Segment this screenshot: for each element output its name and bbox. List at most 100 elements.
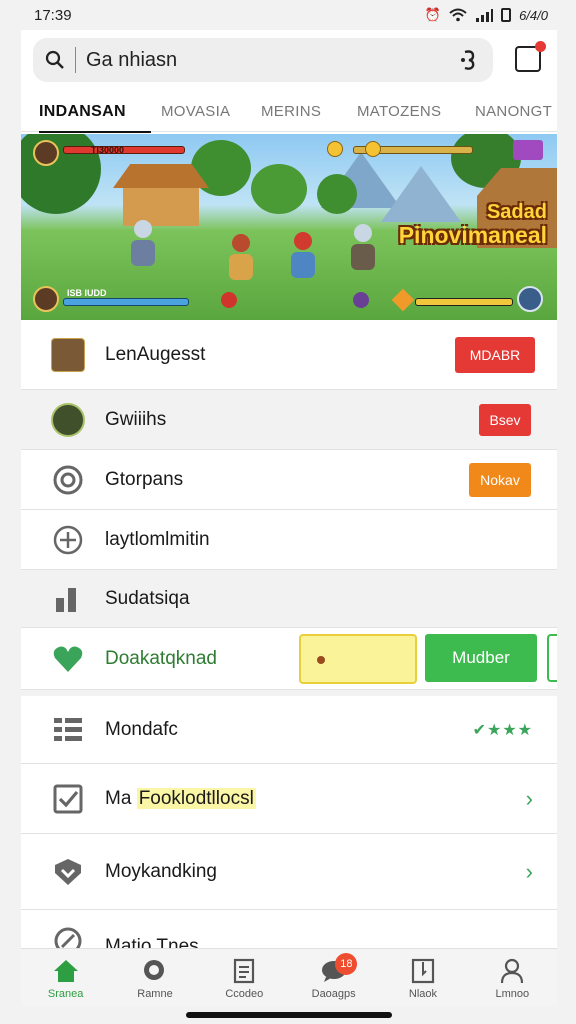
action-button-edge [547, 634, 557, 682]
tab-3[interactable]: MATOZENS [357, 103, 441, 120]
list-item-label: laytlomlmitin [105, 528, 210, 550]
list-item[interactable]: Sudatsiqa [21, 570, 557, 628]
list-item-label: Mondafc [105, 718, 178, 740]
plus-circle-icon [51, 523, 85, 557]
status-badge[interactable]: Nokav [469, 463, 531, 497]
search-icon [141, 957, 169, 985]
chevron-right-icon[interactable]: › [526, 786, 533, 812]
home-indicator[interactable] [186, 1012, 392, 1018]
wifi-icon [449, 8, 467, 22]
notification-dot [535, 41, 546, 52]
coin-icon [327, 141, 343, 157]
list-item[interactable]: Gtorpans Nokav [21, 450, 557, 510]
tree-shape [251, 164, 307, 214]
menu-icon[interactable] [513, 140, 543, 160]
action-button[interactable]: Mudber [425, 634, 537, 682]
coin-icon [365, 141, 381, 157]
status-bar: 17:39 ⏰ 6/4/0 [0, 0, 576, 30]
nav-item-document[interactable]: Ccodeo [200, 949, 289, 1006]
list-item[interactable]: Moykandking › [21, 834, 557, 910]
charge-bar [415, 298, 513, 306]
nav-item-search[interactable]: Ramne [110, 949, 199, 1006]
chevron-right-icon[interactable]: › [526, 859, 533, 885]
target-icon [51, 463, 85, 497]
nav-label: Daoagps [311, 988, 356, 1000]
signal-icon [476, 9, 494, 22]
player-avatar-icon [33, 286, 59, 312]
list-item[interactable]: laytlomlmitin [21, 510, 557, 570]
list-item-label: Moykandking [105, 860, 217, 882]
notification-button[interactable] [515, 41, 546, 72]
nav-item-home[interactable]: Sranea [21, 949, 110, 1006]
list-item[interactable]: Ma Fooklodtllocsl › [21, 764, 557, 834]
battery-icon [501, 8, 512, 22]
search-row: Ga nhiasn [21, 30, 557, 90]
yellow-input-field[interactable] [299, 634, 417, 684]
highlighted-text: Fooklodtllocsl [136, 787, 256, 809]
hero-character [351, 224, 375, 270]
search-input[interactable]: Ga nhiasn [33, 38, 493, 82]
gem-icon [391, 288, 415, 312]
status-indicators: ⏰ 6/4/0 [425, 7, 548, 23]
banner-title: Sadad Pinovimaneal [398, 201, 547, 248]
heart-icon [51, 642, 85, 676]
banner-title-line1: Sadad [486, 201, 547, 223]
game-banner[interactable]: TI30000 Sadad Pinovimaneal ISB IUDD [21, 134, 557, 320]
profile-icon [498, 957, 526, 985]
tab-0[interactable]: INDANSAN [39, 103, 126, 121]
list-item-label: Doakatqknad [105, 647, 217, 669]
voice-search-icon[interactable] [457, 48, 481, 72]
list-item[interactable]: Doakatqknad Mudber [21, 628, 557, 690]
list-item[interactable]: Gwiiihs Bsev [21, 390, 557, 450]
house-shape [113, 164, 209, 226]
tab-4[interactable]: NANONGT [475, 103, 552, 120]
nav-badge: 18 [335, 953, 358, 975]
list-item-label: LenAugesst [105, 343, 206, 365]
nav-label: Nlaok [408, 988, 438, 1000]
banner-hud-label-bottom: ISB IUDD [67, 288, 107, 298]
nav-item-profile[interactable]: Lmnoo [468, 949, 557, 1006]
tab-1[interactable]: MOVASIA [161, 103, 230, 120]
list-item-label: Sudatsiqa [105, 587, 190, 609]
bottom-navigation: Sranea Ramne Ccodeo 18 Daoagps Nlaok Lmn… [21, 948, 557, 1006]
tab-2[interactable]: MERINS [261, 103, 321, 120]
document-icon [230, 957, 258, 985]
bookmark-icon [409, 957, 437, 985]
list-item-label: Gtorpans [105, 468, 184, 490]
nav-item-chat[interactable]: 18 Daoagps [289, 949, 378, 1006]
record-dot-icon [317, 656, 325, 664]
list-item-label: Ma Fooklodtllocsl [105, 787, 256, 810]
status-badge[interactable]: MDABR [455, 337, 535, 373]
list-item[interactable]: Mondafc ✔★★★ [21, 690, 557, 764]
banner-title-line2: Pinovimaneal [398, 222, 547, 248]
nav-item-bookmark[interactable]: Nlaok [378, 949, 467, 1006]
nav-label: Lmnoo [495, 988, 530, 1000]
nav-label: Ccodeo [225, 988, 264, 1000]
shield-icon [51, 855, 85, 889]
banner-hud-label-top: TI30000 [91, 145, 125, 155]
category-tabs: INDANSAN MOVASIA MERINS MATOZENS NANONGT [21, 92, 557, 132]
red-orb-icon [221, 292, 237, 308]
home-icon [52, 957, 80, 985]
status-badge[interactable]: Bsev [479, 404, 531, 436]
hero-character [131, 220, 155, 266]
search-icon [45, 50, 64, 69]
active-tab-indicator [39, 131, 151, 133]
list-item-label-prefix: Ma [105, 787, 132, 809]
game-avatar-icon [51, 402, 85, 437]
list-item[interactable]: LenAugesst MDABR [21, 320, 557, 390]
grid-list-icon [51, 713, 85, 747]
app-screen: Ga nhiasn INDANSAN MOVASIA MERINS MATOZE… [21, 30, 557, 1006]
hero-character [229, 234, 253, 280]
checkbox-icon [51, 782, 85, 816]
search-query: Ga nhiasn [86, 48, 178, 71]
player-avatar-icon [33, 140, 59, 166]
list-item-label: Gwiiihs [105, 408, 167, 430]
alarm-icon: ⏰ [424, 7, 442, 22]
purple-orb-icon [353, 292, 369, 308]
skill-button[interactable] [517, 286, 543, 312]
status-indicator-text: 6/4/0 [519, 7, 548, 23]
hero-character [291, 232, 315, 278]
nav-label: Ramne [137, 988, 173, 1000]
rating-stars: ✔★★★ [472, 721, 533, 739]
